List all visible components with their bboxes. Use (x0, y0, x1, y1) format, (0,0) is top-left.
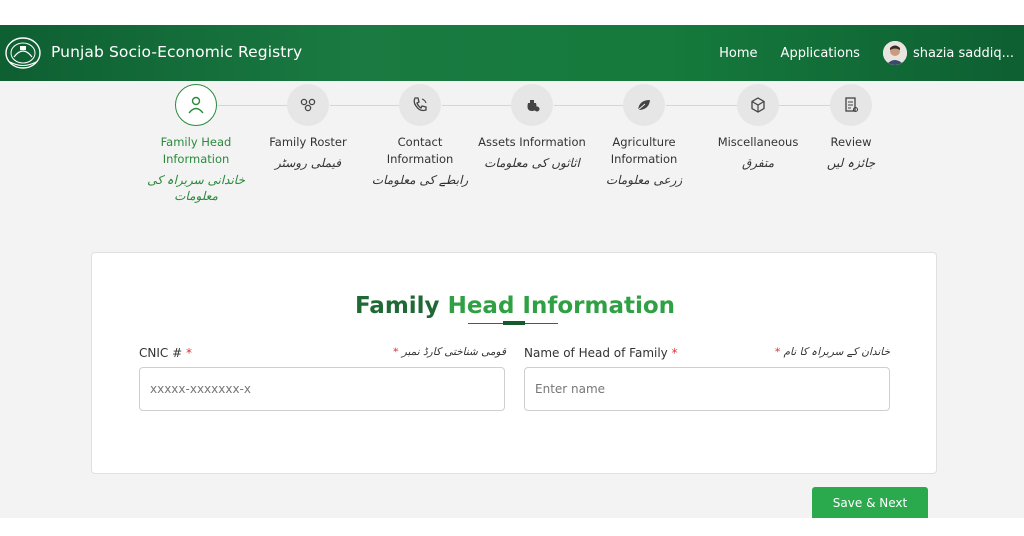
document-icon (845, 97, 859, 113)
step-review[interactable]: Review جائزہ لیں (796, 84, 906, 171)
step-contact-info[interactable]: Contact Information رابطے کی معلومات (365, 84, 475, 188)
cube-icon (751, 97, 765, 113)
step-label: Contact Information (386, 135, 454, 166)
avatar (882, 41, 907, 65)
form-title-part2: Head Information (447, 293, 676, 319)
person-icon (188, 96, 204, 114)
step-label: Assets Information (478, 135, 586, 149)
step-label: Review (830, 135, 872, 149)
step-urdu-label: جائزہ لیں (826, 156, 876, 170)
step-agriculture-info[interactable]: Agriculture Information زرعی معلومات (589, 84, 699, 188)
step-family-head[interactable]: Family Head Information خاندانی سربراہ ک… (141, 84, 251, 204)
save-next-button[interactable]: Save & Next (812, 487, 928, 518)
leaf-icon (637, 100, 650, 111)
required-marker: * (185, 346, 192, 360)
step-assets-info[interactable]: Assets Information اثاثوں کی معلومات (477, 84, 587, 171)
title-underline-accent (503, 321, 525, 325)
cnic-urdu-label: * قومی شناختی کارڈ نمبر (382, 346, 506, 358)
head-name-input[interactable] (524, 367, 890, 411)
head-name-urdu-text: خاندان کے سربراہ کا نام (783, 346, 890, 358)
punjab-logo-icon (5, 37, 41, 69)
step-urdu-label: رابطے کی معلومات (371, 173, 469, 187)
step-label: Family Roster (269, 135, 347, 149)
nav-applications-link[interactable]: Applications (781, 46, 860, 61)
step-circle (287, 84, 329, 126)
nav-home-link[interactable]: Home (719, 46, 757, 61)
step-circle (623, 84, 665, 126)
required-marker: * (774, 346, 781, 358)
step-circle (737, 84, 779, 126)
form-title: Family Head Information (92, 293, 938, 319)
form-title-part1: Family (354, 293, 440, 319)
cnic-label-text: CNIC # (139, 346, 183, 360)
head-name-urdu-label: * خاندان کے سربراہ کا نام (772, 346, 890, 358)
step-label: Family Head Information (160, 135, 232, 166)
required-marker: * (671, 346, 678, 360)
head-name-label: Name of Head of Family * (524, 346, 678, 360)
cnic-label: CNIC # * (139, 346, 192, 360)
top-nav: Home Applications shazia saddiq... (719, 25, 1024, 81)
avatar-person-icon (882, 41, 907, 65)
brand-title: Punjab Socio-Economic Registry (51, 43, 303, 61)
step-urdu-label: فیملی روسٹر (275, 156, 341, 170)
step-urdu-label: اثاثوں کی معلومات (484, 156, 580, 170)
cnic-urdu-text: قومی شناختی کارڈ نمبر (401, 346, 506, 358)
form-card: Family Head Information CNIC # * * قومی … (91, 252, 937, 474)
user-name: shazia saddiq... (912, 45, 1014, 61)
family-icon (300, 98, 316, 112)
required-marker: * (393, 346, 399, 358)
assets-icon (527, 100, 540, 112)
step-label: Agriculture Information (610, 135, 678, 166)
user-menu[interactable]: shazia saddiq... (882, 41, 1014, 65)
cnic-input[interactable] (139, 367, 505, 411)
step-urdu-label: زرعی معلومات (605, 173, 683, 187)
step-family-roster[interactable]: Family Roster فیملی روسٹر (253, 84, 363, 171)
head-name-label-text: Name of Head of Family (524, 346, 668, 360)
phone-icon (413, 97, 427, 112)
top-header: Punjab Socio-Economic Registry Home Appl… (0, 25, 1024, 81)
step-circle (830, 84, 872, 126)
step-circle (511, 84, 553, 126)
step-circle (399, 84, 441, 126)
step-circle (175, 84, 217, 126)
step-urdu-label: خاندانی سربراہ کی معلومات (147, 173, 245, 203)
app-root: Punjab Socio-Economic Registry Home Appl… (0, 25, 1024, 518)
